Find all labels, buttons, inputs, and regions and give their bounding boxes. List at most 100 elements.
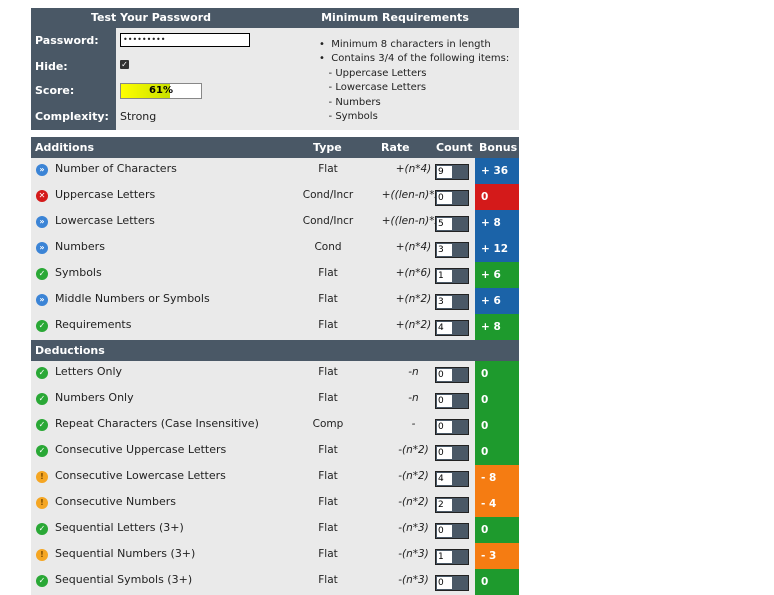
- score-text: 61%: [149, 85, 173, 96]
- count-box: 0: [435, 367, 469, 383]
- requirement-item: • Contains 3/4 of the following items:: [319, 53, 510, 65]
- count-value: 1: [437, 270, 452, 282]
- criterion-type: Flat: [318, 267, 338, 279]
- complexity-value: Strong: [120, 110, 157, 123]
- table-row: ✓ Sequential Letters (3+) Flat -(n*3) 0 0: [31, 517, 519, 543]
- check-circle-icon: ✓: [36, 445, 48, 457]
- deductions-rows: ✓ Letters Only Flat -n 0 0 ✓ Numbers Only Flat -n…: [31, 361, 519, 595]
- criterion-name: Uppercase Letters: [55, 188, 156, 201]
- requirement-item: - Symbols: [319, 111, 378, 123]
- bonus-value: 0: [475, 569, 519, 595]
- count-column-header: Count: [436, 141, 473, 154]
- criterion-type: Flat: [318, 319, 338, 331]
- score-label: Score:: [35, 84, 75, 97]
- info-circle-icon: »: [36, 216, 48, 228]
- check-circle-icon: ✓: [36, 367, 48, 379]
- count-box: 5: [435, 216, 469, 232]
- criterion-name: Sequential Symbols (3+): [55, 573, 193, 586]
- count-value: 0: [437, 577, 452, 589]
- type-column-header: Type: [313, 141, 342, 154]
- table-row: » Number of Characters Flat +(n*4) 9 + 36: [31, 158, 519, 184]
- bonus-value: + 36: [475, 158, 519, 184]
- criterion-type: Flat: [318, 548, 338, 560]
- bonus-value: + 8: [475, 210, 519, 236]
- x-circle-icon: ✕: [36, 190, 48, 202]
- check-circle-icon: ✓: [36, 393, 48, 405]
- bonus-value: - 3: [475, 543, 519, 569]
- table-row: ✓ Requirements Flat +(n*2) 4 + 8: [31, 314, 519, 340]
- additions-header: Additions Type Rate Count Bonus: [31, 137, 519, 158]
- criterion-type: Flat: [318, 522, 338, 534]
- password-test-panel: Test Your Password Minimum Requirements …: [31, 8, 519, 130]
- score-breakdown-table: Additions Type Rate Count Bonus » Number …: [31, 137, 519, 595]
- bonus-value: 0: [475, 387, 519, 413]
- bonus-value: + 8: [475, 314, 519, 340]
- count-value: 3: [437, 296, 452, 308]
- count-value: 0: [437, 369, 452, 381]
- table-row: ✕ Uppercase Letters Cond/Incr +((len-n)*2) 0…: [31, 184, 519, 210]
- field-labels: Password: Hide: Score: Complexity:: [31, 28, 116, 130]
- bonus-value: + 12: [475, 236, 519, 262]
- bonus-value: 0: [475, 439, 519, 465]
- requirements-list-panel: • Minimum 8 characters in length • Contai…: [271, 28, 519, 130]
- count-box: 0: [435, 575, 469, 591]
- table-row: ✓ Consecutive Uppercase Letters Flat -(n*2)…: [31, 439, 519, 465]
- bonus-column-header: Bonus: [479, 141, 518, 154]
- bonus-value: 0: [475, 413, 519, 439]
- warning-circle-icon: !: [36, 549, 48, 561]
- requirements-list: • Minimum 8 characters in length • Contai…: [319, 38, 509, 124]
- additions-rows: » Number of Characters Flat +(n*4) 9 + 36 ✕ Upp…: [31, 158, 519, 340]
- count-box: 4: [435, 320, 469, 336]
- criterion-name: Number of Characters: [55, 162, 177, 175]
- criterion-name: Lowercase Letters: [55, 214, 155, 227]
- criterion-type: Flat: [318, 496, 338, 508]
- criterion-name: Numbers Only: [55, 391, 134, 404]
- bonus-value: 0: [475, 517, 519, 543]
- complexity-label: Complexity:: [35, 110, 109, 123]
- count-box: 9: [435, 164, 469, 180]
- count-value: 0: [437, 421, 452, 433]
- count-value: 1: [437, 551, 452, 563]
- bonus-value: + 6: [475, 288, 519, 314]
- info-circle-icon: »: [36, 242, 48, 254]
- count-value: 0: [437, 525, 452, 537]
- bonus-value: 0: [475, 184, 519, 210]
- table-row: ✓ Repeat Characters (Case Insensitive) Com…: [31, 413, 519, 439]
- criterion-type: Flat: [318, 444, 338, 456]
- bonus-value: + 6: [475, 262, 519, 288]
- bonus-value: - 4: [475, 491, 519, 517]
- table-row: ✓ Letters Only Flat -n 0 0: [31, 361, 519, 387]
- criterion-name: Requirements: [55, 318, 132, 331]
- bonus-value: - 8: [475, 465, 519, 491]
- criterion-name: Numbers: [55, 240, 105, 253]
- test-password-header: Test Your Password: [31, 8, 271, 28]
- criterion-name: Repeat Characters (Case Insensitive): [55, 417, 259, 430]
- criterion-type: Cond/Incr: [302, 189, 354, 201]
- table-row: ✓ Numbers Only Flat -n 0 0: [31, 387, 519, 413]
- table-row: » Middle Numbers or Symbols Flat +(n*2) 3 + 6: [31, 288, 519, 314]
- criterion-name: Consecutive Lowercase Letters: [55, 469, 226, 482]
- count-value: 0: [437, 192, 452, 204]
- check-circle-icon: ✓: [36, 320, 48, 332]
- hide-checkbox[interactable]: ✓: [120, 60, 129, 69]
- count-value: 9: [437, 166, 452, 178]
- count-value: 0: [437, 447, 452, 459]
- count-value: 5: [437, 218, 452, 230]
- table-row: ✓ Symbols Flat +(n*6) 1 + 6: [31, 262, 519, 288]
- criterion-type: Comp: [312, 418, 344, 430]
- minimum-requirements-header: Minimum Requirements: [271, 8, 519, 28]
- field-values: ••••••••• ✓ 61% Strong: [116, 28, 271, 130]
- password-input[interactable]: •••••••••: [120, 33, 250, 47]
- count-box: 0: [435, 190, 469, 206]
- table-row: » Numbers Cond +(n*4) 3 + 12: [31, 236, 519, 262]
- criterion-type: Flat: [318, 574, 338, 586]
- count-box: 1: [435, 268, 469, 284]
- count-box: 0: [435, 523, 469, 539]
- count-value: 0: [437, 395, 452, 407]
- count-value: 4: [437, 322, 452, 334]
- count-box: 0: [435, 419, 469, 435]
- criterion-type: Cond: [314, 241, 342, 253]
- criterion-type: Flat: [318, 392, 338, 404]
- deductions-title: Deductions: [35, 344, 105, 357]
- count-box: 0: [435, 393, 469, 409]
